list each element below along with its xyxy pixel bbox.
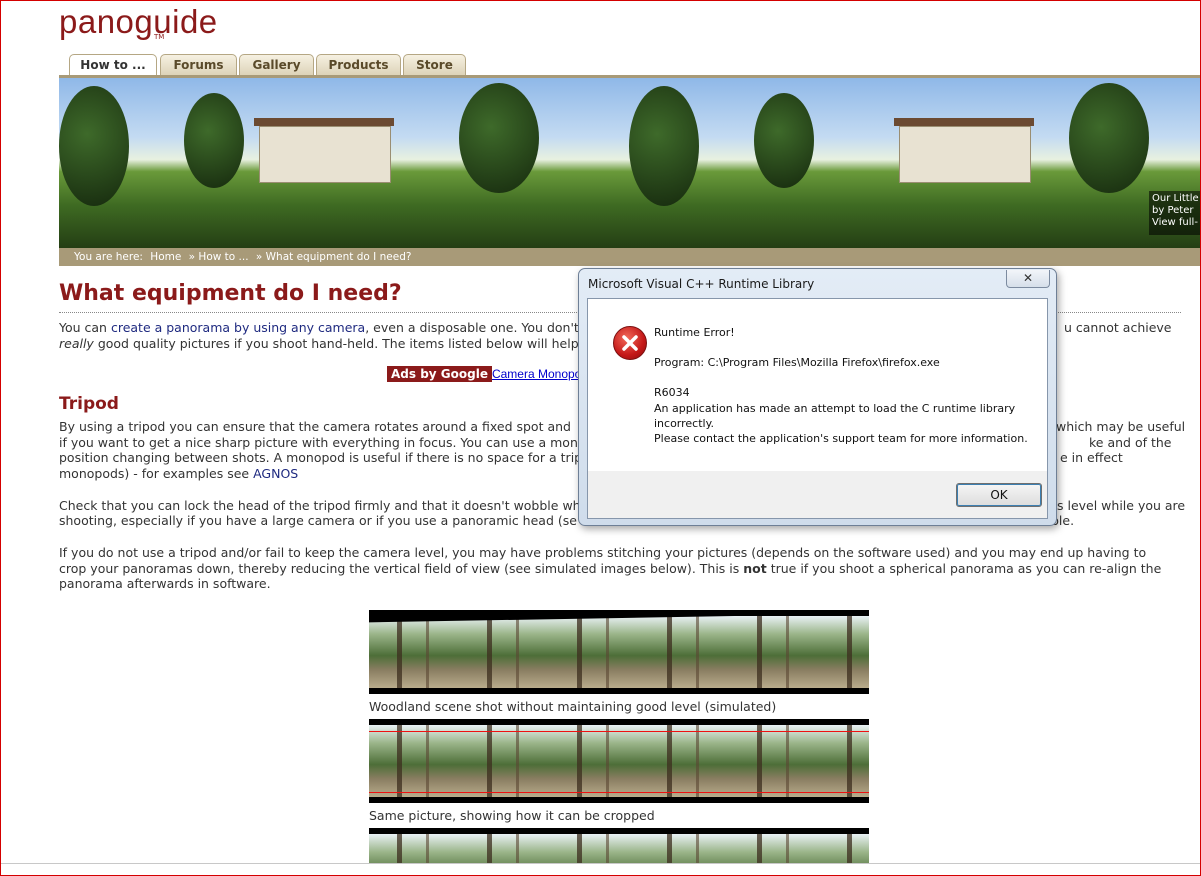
tripod-text-run: monopods) - for examples see: [59, 466, 254, 481]
woodland-panorama-image: [369, 610, 869, 694]
site-logo[interactable]: panoguide: [59, 3, 218, 41]
banner-tree: [459, 83, 539, 193]
tab-gallery[interactable]: Gallery: [239, 54, 314, 75]
trademark-mark: TM: [154, 33, 165, 41]
error-message: Please contact the application's support…: [654, 432, 1028, 445]
error-icon: [613, 326, 647, 360]
browser-viewport: panoguide TM How to ... Forums Gallery P…: [0, 0, 1201, 876]
google-ads-strip: Ads by Google Camera Monopod: [387, 366, 588, 382]
error-x-glyph: [622, 335, 638, 351]
error-heading: Runtime Error!: [654, 326, 735, 339]
tripod-check-text: ble.: [1051, 513, 1075, 528]
banner-caption-line: Our Little: [1152, 193, 1199, 204]
breadcrumb-prefix: You are here:: [74, 251, 143, 263]
banner-caption[interactable]: Our Little by Peter View full-: [1149, 191, 1200, 235]
banner-tree: [754, 93, 814, 188]
image-caption: Same picture, showing how it can be crop…: [369, 808, 655, 823]
breadcrumb-home[interactable]: Home: [150, 251, 181, 263]
banner-tree: [184, 93, 244, 188]
breadcrumb: You are here: Home » How to ... » What e…: [59, 248, 1200, 266]
breadcrumb-how-to[interactable]: » How to ...: [189, 251, 249, 263]
image-caption: Woodland scene shot without maintaining …: [369, 699, 777, 714]
dialog-title: Microsoft Visual C++ Runtime Library: [588, 277, 815, 291]
dialog-body: Runtime Error! Program: C:\Program Files…: [587, 298, 1048, 519]
tab-how-to[interactable]: How to ...: [69, 54, 157, 77]
banner-caption-link[interactable]: View full-: [1152, 217, 1200, 229]
intro-text: You can: [59, 320, 111, 335]
intro-text: good quality pictures if you shoot hand-…: [93, 336, 579, 351]
runtime-error-dialog: Microsoft Visual C++ Runtime Library ✕ R…: [578, 268, 1057, 526]
error-code: R6034: [654, 386, 690, 399]
tripod-check-text: s level while you are: [1057, 498, 1186, 513]
banner-tree: [59, 86, 129, 206]
banner-tree: [629, 86, 699, 206]
tab-products[interactable]: Products: [316, 54, 401, 75]
tripod-text: e in effect: [1060, 450, 1123, 465]
status-strip: [1, 863, 1200, 875]
banner-house-roof: [254, 118, 394, 126]
woodland-scene: [369, 616, 869, 688]
ok-button[interactable]: OK: [956, 483, 1042, 507]
create-panorama-link[interactable]: create a panorama by using any camera: [111, 320, 365, 335]
level-paragraph: crop your panoramas down, thereby reduci…: [59, 561, 1181, 577]
camera-monopod-ad-link[interactable]: Camera Monopod: [492, 367, 588, 381]
level-paragraph: panorama afterwards in software.: [59, 576, 271, 591]
level-text-run: crop your panoramas down, thereby reduci…: [59, 561, 744, 576]
tripod-text: which may be useful: [1056, 419, 1186, 434]
ads-by-google-badge[interactable]: Ads by Google: [387, 366, 492, 382]
banner-house-roof: [894, 118, 1034, 126]
dialog-close-button[interactable]: ✕: [1006, 270, 1050, 288]
intro-text: , even a disposable one. You don't: [365, 320, 579, 335]
tab-forums[interactable]: Forums: [160, 54, 237, 75]
level-paragraph: If you do not use a tripod and/or fail t…: [59, 545, 1147, 560]
dialog-message-area: Runtime Error! Program: C:\Program Files…: [588, 299, 1047, 471]
header-panorama-banner[interactable]: [59, 78, 1200, 248]
error-message: An application has made an attempt to lo…: [654, 402, 1016, 415]
banner-house: [899, 126, 1031, 183]
level-text-bold: not: [743, 561, 767, 576]
error-message: incorrectly.: [654, 417, 715, 430]
error-program-path: Program: C:\Program Files\Mozilla Firefo…: [654, 356, 940, 369]
banner-house: [259, 126, 391, 183]
woodland-scene: [369, 725, 869, 797]
third-panorama-image: [369, 828, 869, 868]
tripod-text: ke and of the: [1089, 435, 1172, 450]
banner-caption-line: by Peter: [1152, 205, 1194, 216]
level-text-run: true if you shoot a spherical panorama a…: [766, 561, 1162, 576]
page-title: What equipment do I need?: [59, 281, 402, 306]
cropped-panorama-image: [369, 719, 869, 803]
breadcrumb-current: » What equipment do I need?: [255, 251, 412, 263]
banner-tree: [1069, 83, 1149, 193]
crop-line-top: [369, 731, 869, 732]
emphasis-really: really: [59, 336, 94, 351]
agnos-link[interactable]: AGNOS: [253, 466, 298, 481]
tab-store[interactable]: Store: [403, 54, 466, 75]
tripod-heading: Tripod: [59, 394, 119, 414]
crop-line-bottom: [369, 792, 869, 793]
intro-paragraph-tail: u cannot achieve: [1064, 320, 1172, 335]
